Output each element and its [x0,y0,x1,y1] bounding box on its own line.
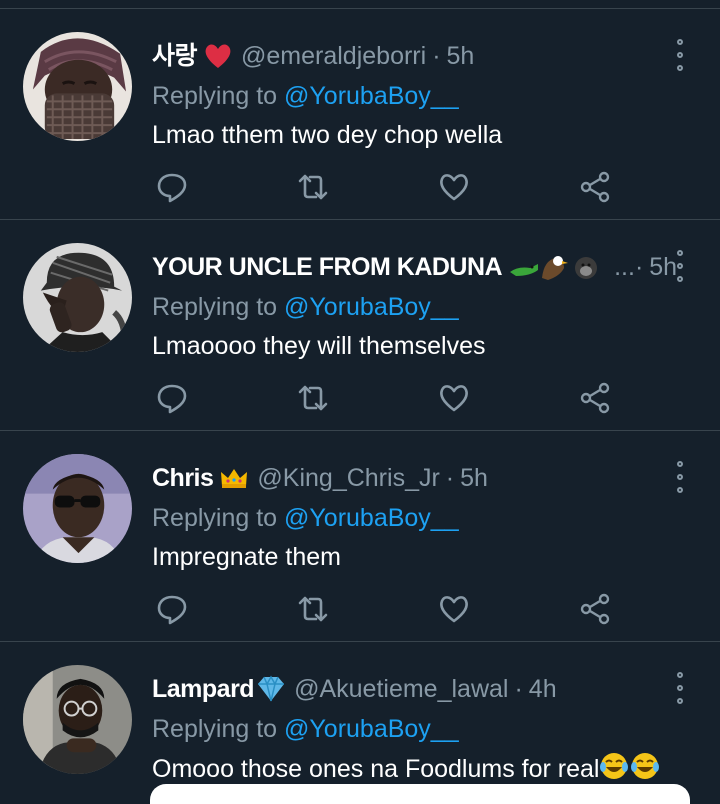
timestamp[interactable]: 5h [447,39,475,73]
separator: · [432,42,441,70]
separator: · [445,464,455,492]
replying-to-label: Replying to [152,504,278,532]
avatar-image [23,32,132,141]
avatar[interactable] [23,32,132,141]
replying-to: Replying to @YorubaBoy__ [152,501,459,535]
more-options-icon[interactable] [672,250,688,282]
gem-emoji-icon [256,675,286,703]
like-icon[interactable] [434,378,474,418]
action-bar [0,589,720,629]
reply-tweet-4[interactable]: Lampard @Akuetieme_lawal · 4h Replying t… [0,642,720,789]
separator: · [634,253,644,281]
replying-to: Replying to @YorubaBoy__ [152,79,459,113]
avatar-image [23,243,132,352]
avatar-image [23,454,132,563]
display-name[interactable]: Lampard [152,672,255,706]
display-name[interactable]: 사랑 [152,39,198,73]
username[interactable]: @emeraldjeborri [241,39,426,73]
red-heart-emoji-icon [203,42,233,70]
retweet-icon[interactable] [293,589,333,629]
timestamp[interactable]: 5h [460,461,488,495]
replying-to-label: Replying to [152,293,278,321]
tweet-header: Chris @King_Chris_Jr · 5h [152,461,488,495]
replying-to: Replying to @YorubaBoy__ [152,712,459,746]
action-bar [0,167,720,207]
tweet-text: Impregnate them [152,543,341,571]
replying-to: Replying to @YorubaBoy__ [152,290,459,324]
tweet-text: Omooo those ones na Foodlums for real [152,755,600,784]
retweet-icon[interactable] [293,167,333,207]
username[interactable]: @King_Chris_Jr [257,461,439,495]
reply-icon[interactable] [152,167,192,207]
mention-link[interactable]: @YorubaBoy__ [284,715,459,743]
avatar[interactable] [23,243,132,352]
timestamp[interactable]: 4h [529,672,557,706]
action-bar [0,378,720,418]
retweet-icon[interactable] [293,378,333,418]
tweet-text: Lmaoooo they will themselves [152,332,486,360]
tweet-header: 사랑 @emeraldjeborri · 5h [152,39,474,73]
tweet-text: Lmao tthem two dey chop wella [152,121,503,149]
more-options-icon[interactable] [672,39,688,71]
reply-icon[interactable] [152,378,192,418]
avatar-image [23,665,132,774]
mention-link[interactable]: @YorubaBoy__ [284,293,459,321]
share-icon[interactable] [575,589,615,629]
crocodile-eagle-gorilla-emoji-icon [508,252,600,282]
mention-link[interactable]: @YorubaBoy__ [284,504,459,532]
replying-to-label: Replying to [152,715,278,743]
separator: · [514,675,523,703]
display-name[interactable]: Chris [152,461,214,495]
like-icon[interactable] [434,167,474,207]
avatar[interactable] [23,454,132,563]
share-icon[interactable] [575,167,615,207]
crown-emoji-icon [219,466,249,490]
username[interactable]: ... [614,250,635,284]
replying-to-label: Replying to [152,82,278,110]
avatar[interactable] [23,665,132,774]
like-icon[interactable] [434,589,474,629]
share-icon[interactable] [575,378,615,418]
display-name[interactable]: YOUR UNCLE FROM KADUNA [152,250,503,284]
tweet-header: YOUR UNCLE FROM KADUNA ... · 5h [152,250,677,284]
tweet-header: Lampard @Akuetieme_lawal · 4h [152,672,557,706]
more-options-icon[interactable] [672,672,688,704]
mention-link[interactable]: @YorubaBoy__ [284,82,459,110]
reply-icon[interactable] [152,589,192,629]
more-options-icon[interactable] [672,461,688,493]
username[interactable]: @Akuetieme_lawal [294,672,508,706]
reply-tweet-2[interactable]: YOUR UNCLE FROM KADUNA ... · 5h Replying… [0,220,720,431]
media-card-edge[interactable] [150,784,690,804]
reply-tweet-1[interactable]: 사랑 @emeraldjeborri · 5h Replying to @Yor… [0,9,720,220]
reply-tweet-3[interactable]: Chris @King_Chris_Jr · 5h Replying to @Y… [0,431,720,642]
